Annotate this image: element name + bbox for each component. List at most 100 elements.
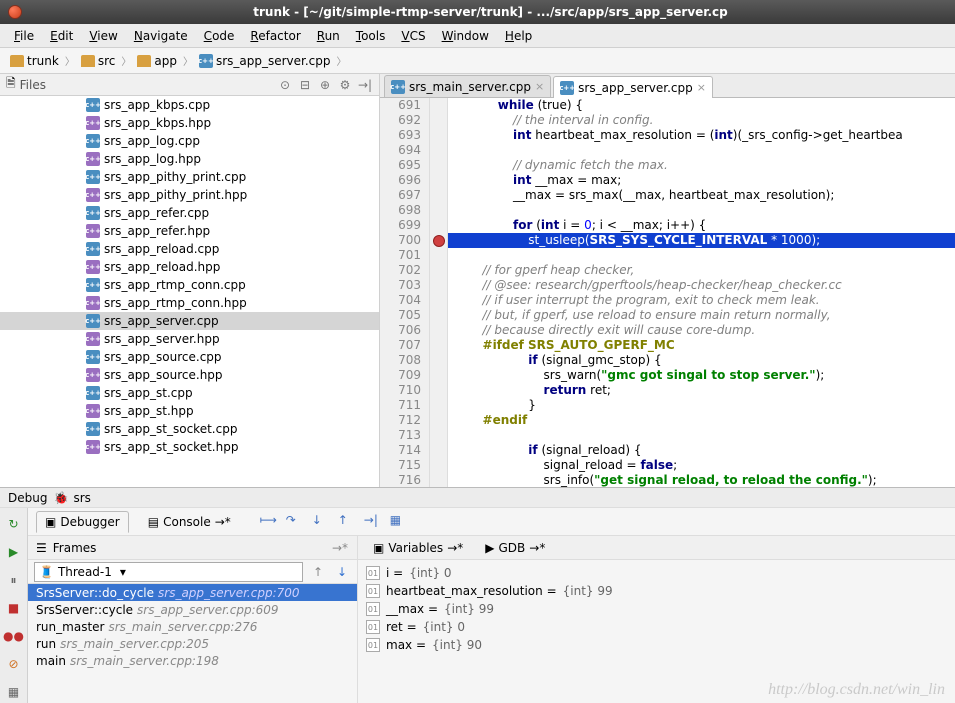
watermark: http://blog.csdn.net/win_lin: [768, 681, 945, 699]
editor-tab[interactable]: c++srs_app_server.cpp×: [553, 76, 713, 98]
file-item[interactable]: c++srs_app_server.hpp: [0, 330, 379, 348]
file-item[interactable]: c++srs_app_refer.cpp: [0, 204, 379, 222]
code-area[interactable]: while (true) { // the interval in config…: [448, 98, 955, 487]
menu-navigate[interactable]: Navigate: [128, 27, 194, 45]
file-item[interactable]: c++srs_app_refer.hpp: [0, 222, 379, 240]
stack-frame[interactable]: run_mastersrs_main_server.cpp:276: [28, 618, 357, 635]
hide-panel-icon[interactable]: →|: [357, 77, 373, 93]
thread-name: Thread-1: [58, 565, 112, 579]
scroll-from-source-icon[interactable]: ⊙: [277, 77, 293, 93]
settings-gear-icon[interactable]: ⚙: [337, 77, 353, 93]
file-item[interactable]: c++srs_app_log.cpp: [0, 132, 379, 150]
folder-icon: [81, 55, 95, 67]
stack-frame[interactable]: SrsServer::do_cyclesrs_app_server.cpp:70…: [28, 584, 357, 601]
window-close-button[interactable]: [8, 5, 22, 19]
file-item[interactable]: c++srs_app_source.cpp: [0, 348, 379, 366]
close-tab-icon[interactable]: ×: [535, 80, 544, 93]
breadcrumb-trunk[interactable]: trunk: [6, 52, 63, 70]
variable-item[interactable]: 01i = {int} 0: [366, 564, 947, 582]
files-panel-icon: 🗎: [6, 74, 16, 95]
menu-window[interactable]: Window: [436, 27, 495, 45]
folder-icon: [10, 55, 24, 67]
file-item[interactable]: c++srs_app_st_socket.hpp: [0, 438, 379, 456]
variable-item[interactable]: 01heartbeat_max_resolution = {int} 99: [366, 582, 947, 600]
resume-button[interactable]: ▶: [4, 542, 24, 562]
close-tab-icon[interactable]: ×: [697, 81, 706, 94]
menu-refactor[interactable]: Refactor: [244, 27, 306, 45]
frames-panel: ☰ Frames →* 🧵 Thread-1 ▾ ↑ ↓: [28, 536, 358, 703]
thread-icon: 🧵: [39, 565, 54, 579]
line-number-gutter[interactable]: 6916926936946956966976986997007017027037…: [380, 98, 430, 487]
variable-item[interactable]: 01__max = {int} 99: [366, 600, 947, 618]
stack-frame[interactable]: SrsServer::cyclesrs_app_server.cpp:609: [28, 601, 357, 618]
frames-title: Frames: [53, 541, 97, 555]
file-item[interactable]: c++srs_app_source.hpp: [0, 366, 379, 384]
console-pin-icon: →*: [215, 515, 231, 529]
rerun-button[interactable]: ↻: [4, 514, 24, 534]
menu-code[interactable]: Code: [198, 27, 241, 45]
menu-vcs[interactable]: VCS: [395, 27, 431, 45]
file-item[interactable]: c++srs_app_kbps.hpp: [0, 114, 379, 132]
expand-icon[interactable]: ⊕: [317, 77, 333, 93]
file-item[interactable]: c++srs_app_rtmp_conn.hpp: [0, 294, 379, 312]
editor-tabs: c++srs_main_server.cpp×c++srs_app_server…: [380, 74, 955, 98]
collapse-all-icon[interactable]: ⊟: [297, 77, 313, 93]
variables-tab[interactable]: ▣ Variables →*: [364, 537, 472, 559]
mute-breakpoints-button[interactable]: ⊘: [4, 654, 24, 674]
show-execution-point-icon[interactable]: ⟼: [260, 513, 278, 531]
variable-type-icon: 01: [366, 638, 380, 652]
file-item[interactable]: c++srs_app_kbps.cpp: [0, 96, 379, 114]
file-item[interactable]: c++srs_app_st.hpp: [0, 402, 379, 420]
console-tab[interactable]: ▤ Console →*: [139, 511, 240, 533]
breadcrumb-srs_app_server.cpp[interactable]: c++srs_app_server.cpp: [195, 52, 335, 70]
prev-frame-icon[interactable]: ↑: [309, 563, 327, 581]
layout-button[interactable]: ▦: [4, 682, 24, 702]
file-item[interactable]: c++srs_app_log.hpp: [0, 150, 379, 168]
variable-item[interactable]: 01ret = {int} 0: [366, 618, 947, 636]
file-item[interactable]: c++srs_app_rtmp_conn.cpp: [0, 276, 379, 294]
step-over-icon[interactable]: ↷: [286, 513, 304, 531]
gdb-tab[interactable]: ▶ GDB →*: [476, 537, 554, 559]
folder-icon: [137, 55, 151, 67]
menu-help[interactable]: Help: [499, 27, 538, 45]
menu-file[interactable]: File: [8, 27, 40, 45]
step-into-icon[interactable]: ↓: [312, 513, 330, 531]
file-item[interactable]: c++srs_app_pithy_print.cpp: [0, 168, 379, 186]
file-list: c++srs_app_kbps.cppc++srs_app_kbps.hppc+…: [0, 96, 379, 487]
breadcrumb-app[interactable]: app: [133, 52, 181, 70]
file-item[interactable]: c++srs_app_reload.cpp: [0, 240, 379, 258]
debugger-tab[interactable]: ▣ Debugger: [36, 511, 129, 533]
file-item[interactable]: c++srs_app_st_socket.cpp: [0, 420, 379, 438]
menu-run[interactable]: Run: [311, 27, 346, 45]
next-frame-icon[interactable]: ↓: [333, 563, 351, 581]
files-panel-title: Files: [20, 78, 273, 92]
editor-tab[interactable]: c++srs_main_server.cpp×: [384, 75, 551, 97]
editor-content[interactable]: 6916926936946956966976986997007017027037…: [380, 98, 955, 487]
menu-edit[interactable]: Edit: [44, 27, 79, 45]
menu-view[interactable]: View: [83, 27, 123, 45]
stack-frame[interactable]: mainsrs_main_server.cpp:198: [28, 652, 357, 669]
cpp-file-icon: c++: [86, 242, 100, 256]
file-item[interactable]: c++srs_app_server.cpp: [0, 312, 379, 330]
pause-button[interactable]: ⏸: [4, 570, 24, 590]
hpp-file-icon: c++: [86, 440, 100, 454]
evaluate-expression-icon[interactable]: ▦: [390, 513, 408, 531]
file-item[interactable]: c++srs_app_pithy_print.hpp: [0, 186, 379, 204]
breadcrumb-src[interactable]: src: [77, 52, 120, 70]
step-out-icon[interactable]: ↑: [338, 513, 356, 531]
breakpoint-gutter[interactable]: [430, 98, 448, 487]
variable-item[interactable]: 01max = {int} 90: [366, 636, 947, 654]
file-item[interactable]: c++srs_app_st.cpp: [0, 384, 379, 402]
breakpoint-icon[interactable]: [433, 235, 445, 247]
stop-button[interactable]: ■: [4, 598, 24, 618]
view-breakpoints-button[interactable]: ●●: [4, 626, 24, 646]
menu-tools[interactable]: Tools: [350, 27, 392, 45]
thread-dropdown[interactable]: 🧵 Thread-1 ▾: [34, 562, 303, 582]
file-item[interactable]: c++srs_app_reload.hpp: [0, 258, 379, 276]
variable-type-icon: 01: [366, 620, 380, 634]
variables-panel: ▣ Variables →* ▶ GDB →* 01i = {int} 001h…: [358, 536, 955, 703]
stack-frame[interactable]: runsrs_main_server.cpp:205: [28, 635, 357, 652]
frames-pin-icon[interactable]: →*: [331, 539, 349, 557]
debug-side-toolbar: ↻ ▶ ⏸ ■ ●● ⊘ ▦: [0, 508, 28, 703]
run-to-cursor-icon[interactable]: →|: [364, 513, 382, 531]
